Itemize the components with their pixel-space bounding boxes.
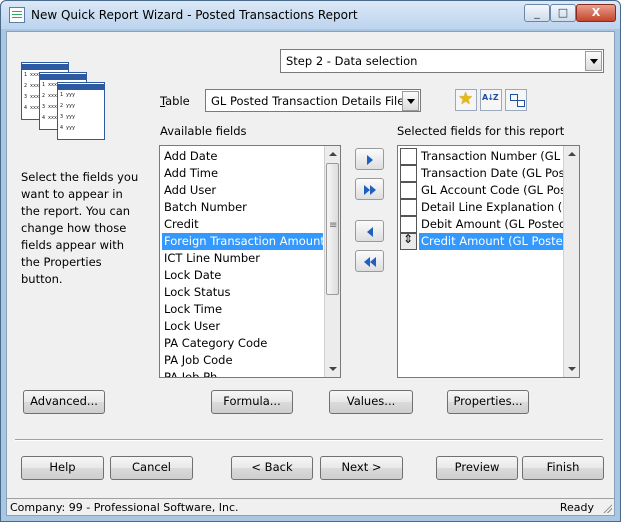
properties-button[interactable]: Properties... (447, 390, 529, 414)
list-item[interactable]: ICT Line Number (162, 250, 323, 267)
move-up-down-icon[interactable] (400, 232, 417, 250)
status-bar: Company: 99 - Professional Software, Inc… (7, 498, 614, 515)
remove-field-button[interactable] (355, 220, 384, 242)
table-dropdown-value: GL Posted Transaction Details File (211, 94, 405, 108)
sort-az-icon[interactable] (480, 89, 502, 111)
list-item[interactable]: Lock Date (162, 267, 323, 284)
list-item[interactable]: Debit Amount (GL Posted T (419, 216, 577, 233)
move-handle-icon[interactable] (400, 165, 417, 182)
report-card-icon: 1 yyy 2 yyy 3 yyy 4 yyy (57, 82, 105, 140)
list-item[interactable]: Add Date (162, 148, 323, 165)
list-item[interactable]: Batch Number (162, 199, 323, 216)
list-item[interactable]: Credit (162, 216, 323, 233)
remove-all-fields-button[interactable] (355, 250, 384, 272)
back-button[interactable]: < Back (231, 456, 313, 480)
scroll-up-icon[interactable] (564, 146, 579, 162)
finish-button[interactable]: Finish (522, 456, 604, 480)
available-fields-scrollbar[interactable] (324, 146, 340, 377)
wizard-window: New Quick Report Wizard - Posted Transac… (0, 0, 621, 522)
list-item[interactable]: Add Time (162, 165, 323, 182)
available-fields-label: Available fields (160, 124, 247, 138)
company-status: Company: 99 - Professional Software, Inc… (10, 501, 239, 514)
instructions-text: Select the fields you want to appear in … (21, 170, 139, 286)
scroll-down-icon[interactable] (325, 361, 340, 377)
list-item[interactable]: Detail Line Explanation (GL (419, 199, 577, 216)
list-item[interactable]: PA Category Code (162, 335, 323, 352)
title-bar: New Quick Report Wizard - Posted Transac… (1, 1, 620, 29)
list-item[interactable]: Transaction Date (GL Poste (419, 165, 577, 182)
app-icon (9, 7, 25, 23)
step-dropdown-value: Step 2 - Data selection (286, 54, 418, 68)
list-item-selected[interactable]: Credit Amount (GL Posted (419, 233, 577, 250)
table-label-rest: able (165, 94, 190, 108)
window-title: New Quick Report Wizard - Posted Transac… (31, 8, 358, 22)
cancel-button[interactable]: Cancel (110, 456, 193, 480)
step-dropdown[interactable]: Step 2 - Data selection (280, 49, 604, 73)
scroll-down-icon[interactable] (564, 361, 579, 377)
help-button[interactable]: Help (21, 456, 104, 480)
selected-fields-scrollbar[interactable] (563, 146, 579, 377)
wizard-art-icon: 1 xxx 2 xxx 3 xxx 4 xxx 1 xxx 2 xxx 3 xxx 4 xx… (21, 52, 133, 152)
table-dropdown[interactable]: GL Posted Transaction Details File (205, 89, 421, 112)
selected-fields-list[interactable]: Transaction Number (GL Po Transaction Da… (397, 145, 580, 378)
list-item[interactable]: GL Account Code (GL Poste (419, 182, 577, 199)
close-button[interactable]: X (576, 4, 616, 22)
ready-status: Ready (559, 501, 594, 514)
list-item-selected[interactable]: Foreign Transaction Amount (162, 233, 323, 250)
move-handle-icon[interactable] (400, 182, 417, 199)
separator (15, 439, 603, 441)
preview-button[interactable]: Preview (436, 456, 518, 480)
scrollbar-thumb[interactable] (326, 163, 339, 295)
scroll-up-icon[interactable] (325, 146, 340, 162)
list-item[interactable]: Lock Status (162, 284, 323, 301)
list-item[interactable]: Add User (162, 182, 323, 199)
list-item[interactable]: Transaction Number (GL Po (419, 148, 577, 165)
move-handle-icon[interactable] (400, 199, 417, 216)
add-all-fields-button[interactable] (355, 178, 384, 200)
favorite-star-icon[interactable] (455, 89, 477, 111)
list-item[interactable]: Lock Time (162, 301, 323, 318)
chevron-down-icon[interactable] (585, 51, 602, 71)
values-button[interactable]: Values... (329, 390, 413, 414)
move-handle-icon[interactable] (400, 216, 417, 233)
dialog-body: 1 xxx 2 xxx 3 xxx 4 xxx 1 xxx 2 xxx 3 xxx 4 xx… (6, 31, 615, 516)
add-field-button[interactable] (355, 148, 384, 170)
list-item[interactable]: Lock User (162, 318, 323, 335)
minimize-button[interactable]: _ (524, 4, 550, 22)
table-label: Table (160, 94, 190, 108)
selected-fields-label: Selected fields for this report (397, 124, 565, 138)
formula-button[interactable]: Formula... (211, 390, 293, 414)
maximize-button[interactable]: □ (550, 4, 576, 22)
tree-structure-icon[interactable] (505, 89, 527, 111)
advanced-button[interactable]: Advanced... (23, 390, 105, 414)
list-item[interactable]: PA Job Code (162, 352, 323, 369)
list-item[interactable]: PA Job Ph... (162, 369, 323, 377)
chevron-down-icon[interactable] (402, 91, 419, 111)
move-handle-icon[interactable] (400, 148, 417, 165)
available-fields-list[interactable]: Add Date Add Time Add User Batch Number … (159, 145, 341, 378)
next-button[interactable]: Next > (320, 456, 403, 480)
resize-grip-icon[interactable] (602, 503, 612, 513)
